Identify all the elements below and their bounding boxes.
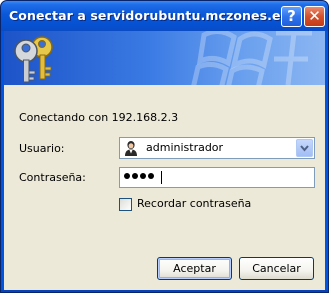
- window-frame-bottom: [1, 290, 328, 292]
- close-button[interactable]: ✕: [304, 6, 325, 27]
- dialog-banner: [4, 31, 325, 85]
- keys-icon: [14, 36, 53, 83]
- password-dot: [148, 173, 154, 179]
- remember-password-label[interactable]: Recordar contraseña: [137, 197, 251, 210]
- password-dot: [132, 173, 138, 179]
- window-title: Conectar a servidorubuntu.mczones.es: [9, 8, 289, 23]
- cancel-button[interactable]: Cancelar: [239, 257, 314, 280]
- dialog-body: Conectando con 192.168.2.3 Usuario: admi…: [4, 31, 325, 290]
- help-button[interactable]: ?: [281, 6, 302, 27]
- remember-password-checkbox[interactable]: [119, 198, 132, 211]
- username-value: administrador: [146, 141, 224, 154]
- title-bar[interactable]: Conectar a servidorubuntu.mczones.es ? ✕: [1, 1, 328, 31]
- xp-logo-watermark-icon: [191, 31, 312, 85]
- username-label: Usuario:: [19, 142, 65, 155]
- password-field[interactable]: [119, 167, 315, 188]
- password-dot: [124, 173, 130, 179]
- password-mask: [124, 173, 154, 179]
- login-dialog-window: Conectar a servidorubuntu.mczones.es ? ✕: [0, 0, 329, 293]
- user-account-icon: [125, 141, 137, 156]
- connecting-message: Conectando con 192.168.2.3: [19, 111, 179, 124]
- accept-button[interactable]: Aceptar: [157, 257, 232, 280]
- password-label: Contraseña:: [19, 171, 86, 184]
- chevron-down-icon: [300, 145, 309, 152]
- username-combobox[interactable]: administrador: [119, 137, 315, 159]
- password-dot: [140, 173, 146, 179]
- text-caret: [161, 171, 162, 184]
- username-dropdown-button[interactable]: [296, 139, 313, 157]
